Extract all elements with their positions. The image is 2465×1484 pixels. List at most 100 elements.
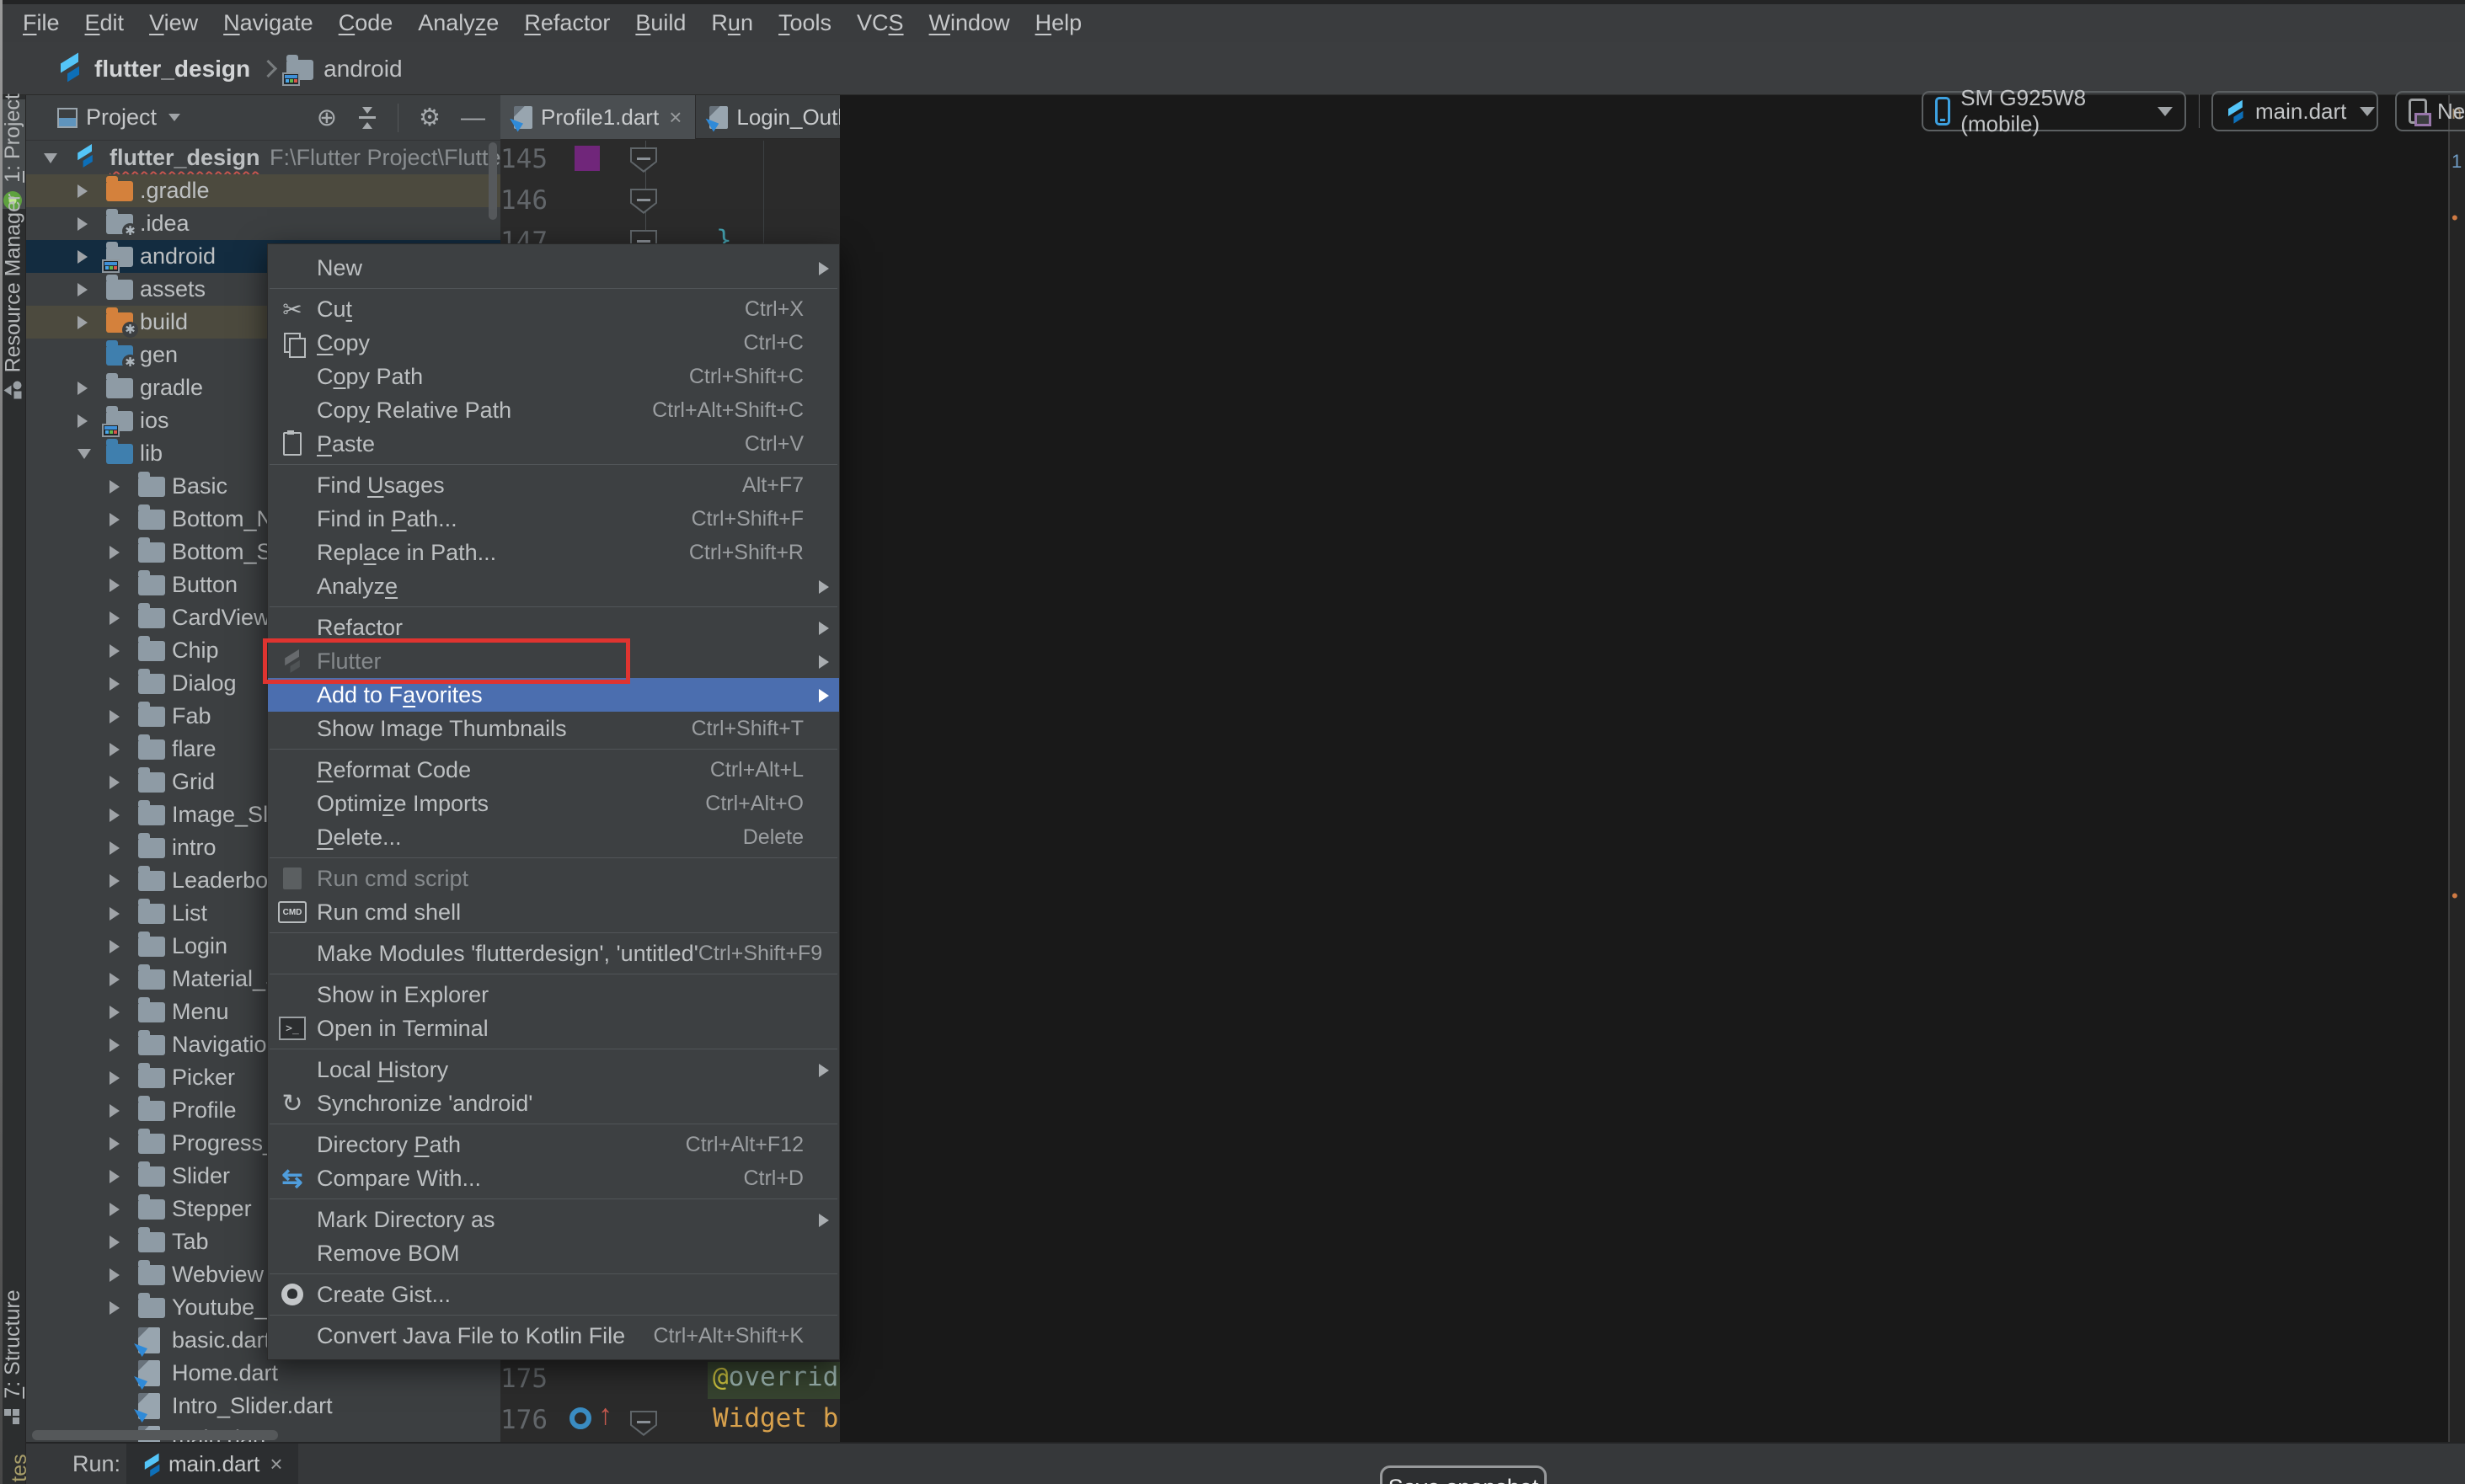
toolwindow-tab-structure[interactable]: 7: Structure [0, 1286, 25, 1429]
toolwindow-tab-fragment[interactable]: tes [7, 1449, 32, 1484]
expand-arrow-icon[interactable] [110, 973, 120, 986]
expand-arrow-icon[interactable] [110, 1268, 120, 1282]
expand-arrow-icon[interactable] [110, 1301, 120, 1315]
menu-item-show-in-explorer[interactable]: Show in Explorer [268, 978, 839, 1012]
menu-item-remove-bom[interactable]: Remove BOM [268, 1236, 839, 1270]
menu-item-copy[interactable]: CopyCtrl+C [268, 326, 839, 360]
expand-arrow-icon[interactable] [110, 1170, 120, 1183]
tree-row--idea[interactable]: ✱.idea [25, 207, 500, 240]
expand-arrow-icon[interactable] [78, 250, 88, 264]
expand-arrow-icon[interactable] [110, 579, 120, 592]
tree-vertical-scrollbar[interactable] [489, 142, 497, 220]
project-view-title[interactable]: Project [86, 104, 157, 131]
expand-arrow-icon[interactable] [78, 449, 91, 459]
expand-arrow-icon[interactable] [110, 776, 120, 789]
locate-file-icon[interactable]: ⊕ [317, 105, 337, 131]
menubar-item-analyze[interactable]: Analyze [405, 4, 511, 42]
tree-row-home-dart[interactable]: Home.dart [25, 1357, 500, 1390]
menubar-item-edit[interactable]: Edit [72, 4, 137, 42]
run-tab-main-dart[interactable]: main.dart × [126, 1444, 298, 1484]
menu-item-analyze[interactable]: Analyze [268, 569, 839, 603]
expand-arrow-icon[interactable] [78, 414, 88, 428]
expand-arrow-icon[interactable] [78, 382, 88, 395]
menubar-item-file[interactable]: File [10, 4, 72, 42]
tree-horizontal-scrollbar[interactable] [32, 1430, 278, 1440]
menu-item-reformat-code[interactable]: Reformat CodeCtrl+Alt+L [268, 753, 839, 787]
breadcrumb-project[interactable]: flutter_design [94, 56, 250, 83]
run-config-dropdown[interactable]: main.dart [2211, 91, 2378, 131]
expand-arrow-icon[interactable] [110, 546, 120, 559]
expand-arrow-icon[interactable] [110, 644, 120, 658]
settings-gear-icon[interactable]: ⚙ [419, 105, 441, 131]
implements-arrow-icon[interactable]: ↑ [598, 1399, 612, 1432]
menu-item-delete-[interactable]: Delete...Delete [268, 820, 839, 854]
menubar-item-refactor[interactable]: Refactor [511, 4, 623, 42]
expand-arrow-icon[interactable] [110, 1236, 120, 1249]
menu-item-run-cmd-shell[interactable]: CMDRun cmd shell [268, 895, 839, 929]
menu-item-synchronize-android-[interactable]: ↻Synchronize 'android' [268, 1086, 839, 1120]
menu-item-show-image-thumbnails[interactable]: Show Image ThumbnailsCtrl+Shift+T [268, 712, 839, 745]
expand-arrow-icon[interactable] [110, 480, 120, 494]
fold-marker-icon[interactable] [630, 189, 657, 214]
expand-arrow-icon[interactable] [110, 611, 120, 625]
expand-arrow-icon[interactable] [110, 677, 120, 691]
expand-arrow-icon[interactable] [78, 217, 88, 231]
menu-item-directory-path[interactable]: Directory PathCtrl+Alt+F12 [268, 1128, 839, 1161]
expand-arrow-icon[interactable] [110, 1071, 120, 1085]
menu-item-find-usages[interactable]: Find UsagesAlt+F7 [268, 468, 839, 502]
expand-arrow-icon[interactable] [110, 1038, 120, 1052]
expand-arrow-icon[interactable] [110, 743, 120, 756]
menu-item-add-to-favorites[interactable]: Add to Favorites [268, 678, 839, 712]
expand-arrow-icon[interactable] [110, 907, 120, 921]
tree-root-label[interactable]: flutter_design [110, 145, 260, 171]
expand-arrow-icon[interactable] [110, 1203, 120, 1216]
expand-arrow-icon[interactable] [110, 874, 120, 888]
menu-item-flutter[interactable]: Flutter [268, 644, 839, 678]
menu-item-optimize-imports[interactable]: Optimize ImportsCtrl+Alt+O [268, 787, 839, 820]
breadcrumb[interactable]: flutter_design android [59, 42, 403, 95]
menubar-item-window[interactable]: Window [917, 4, 1023, 42]
collapse-all-icon[interactable] [357, 107, 377, 129]
expand-arrow-icon[interactable] [110, 710, 120, 723]
tree-row-root[interactable]: flutter_designF:\Flutter Project\Flutter… [25, 141, 500, 174]
menubar-item-view[interactable]: View [136, 4, 211, 42]
menu-item-open-in-terminal[interactable]: >_Open in Terminal [268, 1012, 839, 1045]
menubar-item-tools[interactable]: Tools [766, 4, 844, 42]
menu-item-paste[interactable]: PasteCtrl+V [268, 427, 839, 461]
expand-arrow-icon[interactable] [110, 1104, 120, 1118]
expand-arrow-icon[interactable] [110, 940, 120, 953]
menubar-item-code[interactable]: Code [326, 4, 406, 42]
expand-arrow-icon[interactable] [110, 1006, 120, 1019]
menubar-item-vcs[interactable]: VCS [844, 4, 917, 42]
menu-item-new[interactable]: New [268, 251, 839, 285]
override-marker-icon[interactable] [569, 1407, 591, 1429]
menubar-item-navigate[interactable]: Navigate [211, 4, 326, 42]
expand-arrow-icon[interactable] [110, 513, 120, 526]
expand-arrow-icon[interactable] [110, 1137, 120, 1150]
expand-arrow-icon[interactable] [110, 841, 120, 855]
menu-item-create-gist-[interactable]: Create Gist... [268, 1278, 839, 1311]
expand-arrow-icon[interactable] [110, 809, 120, 822]
dropdown-arrow-icon[interactable] [168, 114, 180, 121]
menu-item-find-in-path-[interactable]: Find in Path...Ctrl+Shift+F [268, 502, 839, 536]
menu-item-make-modules-flutterdesign-untitled-[interactable]: Make Modules 'flutterdesign', 'untitled'… [268, 937, 839, 970]
editor-tab-profile1[interactable]: Profile1.dart × [500, 95, 696, 139]
menu-item-local-history[interactable]: Local History [268, 1053, 839, 1086]
menubar-item-build[interactable]: Build [623, 4, 698, 42]
menu-item-copy-relative-path[interactable]: Copy Relative PathCtrl+Alt+Shift+C [268, 393, 839, 427]
close-tab-icon[interactable]: × [270, 1451, 282, 1477]
partial-popup-button[interactable]: Save snapshot [1380, 1465, 1547, 1484]
fold-marker-icon[interactable] [630, 147, 657, 173]
close-tab-icon[interactable]: × [669, 104, 682, 131]
menu-item-refactor[interactable]: Refactor [268, 611, 839, 644]
menubar-item-help[interactable]: Help [1023, 4, 1095, 42]
editor-tab-login-outline[interactable]: Login_Outli [696, 95, 840, 139]
menu-item-mark-directory-as[interactable]: Mark Directory as [268, 1203, 839, 1236]
breadcrumb-folder[interactable]: android [323, 56, 402, 83]
tree-row-intro-slider-dart[interactable]: Intro_Slider.dart [25, 1390, 500, 1423]
menu-item-replace-in-path-[interactable]: Replace in Path...Ctrl+Shift+R [268, 536, 839, 569]
expand-arrow-icon[interactable] [78, 283, 88, 296]
fold-marker-icon[interactable] [630, 1411, 657, 1436]
menu-item-run-cmd-script[interactable]: Run cmd script [268, 862, 839, 895]
layout-inspector-button[interactable]: Ne [2395, 91, 2465, 131]
